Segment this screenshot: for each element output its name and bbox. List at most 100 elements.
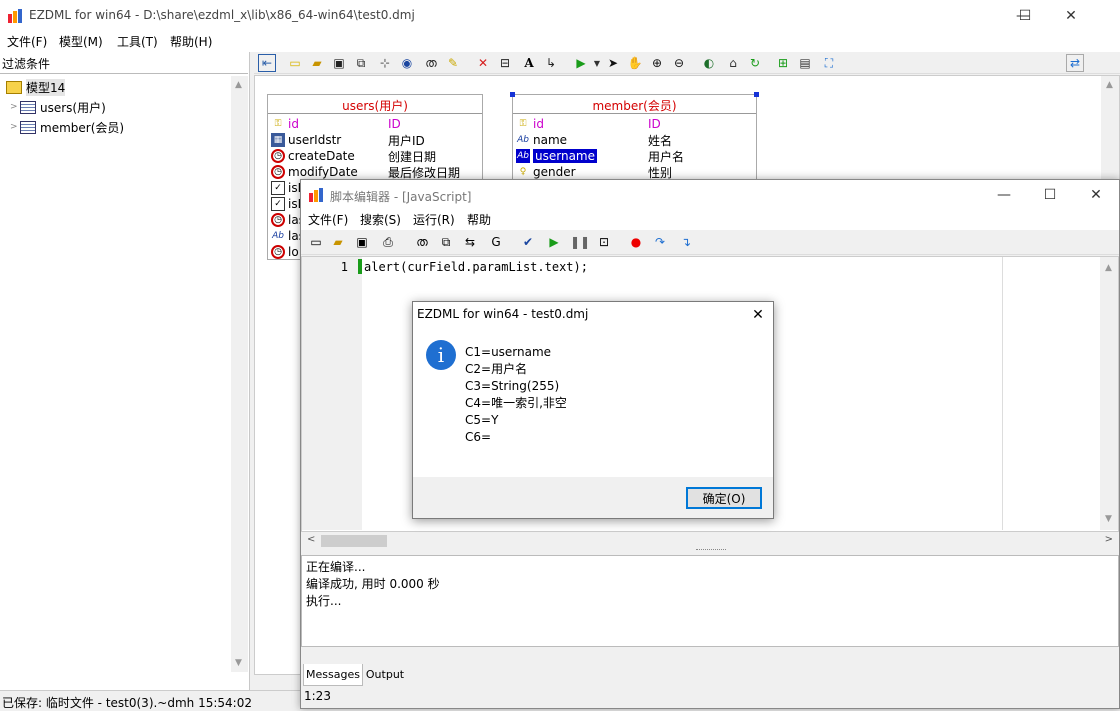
field-row[interactable]: ♀ gender [516, 164, 576, 180]
zoom-out-icon[interactable]: ⊖ [670, 54, 688, 72]
layout-icon[interactable]: ⌂ [724, 54, 742, 72]
line-number: 1 [340, 260, 348, 274]
scroll-up-icon[interactable]: ▲ [1105, 263, 1112, 273]
calculator-icon: ▦ [271, 133, 285, 147]
new-file-icon[interactable]: ▭ [307, 233, 325, 251]
line-gutter: 1 [302, 257, 362, 530]
replace-icon[interactable]: ⇆ [461, 233, 479, 251]
field-row[interactable]: ◷ lo [271, 244, 299, 260]
field-label: 用户ID [388, 133, 425, 148]
field-row[interactable]: ◷ createDate [271, 148, 355, 164]
breakpoint-icon[interactable]: ● [627, 233, 645, 251]
step-into-icon[interactable]: ↴ [677, 233, 695, 251]
entity-title: member(会员) [592, 99, 677, 113]
new-file-icon[interactable]: ▭ [286, 54, 304, 72]
hand-icon[interactable]: ✋ [626, 54, 644, 72]
editor-menu-search[interactable]: 搜索(S) [360, 211, 401, 228]
menu-tools[interactable]: 工具(T) [117, 33, 158, 50]
save-icon[interactable]: ▣ [330, 54, 348, 72]
text-icon[interactable]: A [520, 54, 538, 72]
highlight-icon[interactable]: ✎ [444, 54, 462, 72]
refresh-icon[interactable]: ↻ [746, 54, 764, 72]
close-button[interactable]: ✕ [1048, 0, 1094, 32]
find-icon[interactable]: ത [413, 233, 431, 251]
fit-view-icon[interactable]: ⛶ [820, 54, 838, 72]
scroll-up-icon[interactable]: ▲ [1106, 80, 1113, 90]
run-icon[interactable]: ▶ [545, 233, 563, 251]
pause-icon[interactable]: ❚❚ [570, 233, 590, 251]
hierarchy-icon[interactable]: ⊹ [376, 54, 394, 72]
pane-splitter[interactable] [696, 549, 726, 553]
code-line[interactable]: alert(curField.paramList.text); [364, 260, 588, 274]
field-row[interactable]: ▦ userIdstr [271, 132, 341, 148]
step-over-icon[interactable]: ↷ [651, 233, 669, 251]
window-title: EZDML for win64 - D:\share\ezdml_x\lib\x… [29, 8, 415, 22]
chevron-right-icon[interactable]: > [10, 122, 20, 132]
tree-item-label: member(会员) [40, 120, 125, 135]
code-hscrollbar[interactable]: < > [301, 532, 1119, 550]
binoculars-icon[interactable]: ത [422, 54, 440, 72]
goto-icon[interactable]: G [487, 233, 505, 251]
tree-root-model[interactable]: 模型14 [6, 78, 66, 96]
link-icon[interactable]: ↳ [542, 54, 560, 72]
table-view-icon[interactable]: ⊟ [496, 54, 514, 72]
left-panel-scrollbar[interactable]: ▲ ▼ [231, 76, 248, 672]
print-icon[interactable]: ⎙ [379, 233, 397, 251]
delete-icon[interactable]: ✕ [474, 54, 492, 72]
scroll-left-icon[interactable]: < [307, 534, 315, 545]
message-line: C4=唯一索引,非空 [465, 396, 567, 410]
ok-button[interactable]: 确定(O) [686, 487, 762, 509]
tree-item-users[interactable]: > users(用户) [10, 98, 106, 116]
properties-icon[interactable]: ▤ [796, 54, 814, 72]
message-dialog: EZDML for win64 - test0.dmj ✕ i C1=usern… [412, 301, 774, 519]
menu-help[interactable]: 帮助(H) [170, 33, 212, 50]
tab-messages[interactable]: Messages [303, 664, 363, 686]
scroll-right-icon[interactable]: > [1105, 534, 1113, 545]
bulb-icon: ♀ [519, 167, 527, 177]
editor-toolbar: ▭ ▰ ▣ ⎙ ത ⧉ ⇆ G ✔ ▶ ❚❚ ⊡ ● ↷ ↴ [301, 231, 1119, 255]
zoom-in-icon[interactable]: ⊕ [648, 54, 666, 72]
menu-file[interactable]: 文件(F) [7, 33, 47, 50]
tree-item-member[interactable]: > member(会员) [10, 118, 124, 136]
dialog-close-button[interactable]: ✕ [745, 304, 771, 326]
scroll-down-icon[interactable]: ▼ [235, 658, 242, 668]
open-folder-icon[interactable]: ▰ [308, 54, 326, 72]
editor-minimize-button[interactable]: — [981, 180, 1027, 210]
stop-icon[interactable]: ⊡ [595, 233, 613, 251]
tab-output[interactable]: Output [365, 665, 405, 683]
save-as-icon[interactable]: ⧉ [352, 54, 370, 72]
chevron-right-icon[interactable]: > [10, 102, 20, 112]
string-icon: Ab [516, 149, 530, 163]
field-label: ID [388, 117, 401, 131]
filter-field[interactable]: 过滤条件 [0, 52, 248, 74]
editor-close-button[interactable]: ✕ [1073, 180, 1119, 210]
field-name: userIdstr [288, 133, 342, 147]
scroll-down-icon[interactable]: ▼ [1105, 514, 1112, 524]
code-vscrollbar[interactable]: ▲ ▼ [1100, 257, 1118, 530]
add-table-icon[interactable]: ⊞ [774, 54, 792, 72]
editor-menu-help[interactable]: 帮助 [467, 211, 491, 228]
scroll-thumb[interactable] [321, 535, 387, 547]
toggle-tree-icon[interactable]: ⇤ [258, 54, 276, 72]
field-row[interactable]: ⚿ id [271, 116, 299, 132]
pointer-icon[interactable]: ➤ [604, 54, 622, 72]
switch-view-icon[interactable]: ⇄ [1066, 54, 1084, 72]
globe-icon[interactable]: ◉ [398, 54, 416, 72]
scroll-up-icon[interactable]: ▲ [235, 80, 242, 90]
field-row[interactable]: Ab name [516, 132, 567, 148]
field-row-selected[interactable]: Ab username [516, 148, 597, 164]
eye-icon[interactable]: ◐ [700, 54, 718, 72]
find-next-icon[interactable]: ⧉ [437, 233, 455, 251]
editor-maximize-button[interactable]: ☐ [1027, 180, 1073, 210]
field-row[interactable]: ⚿ id [516, 116, 544, 132]
entity-member[interactable]: member(会员) ⚿ id ID Ab name 姓名 Ab usernam… [510, 92, 759, 180]
open-folder-icon[interactable]: ▰ [329, 233, 347, 251]
editor-menu-file[interactable]: 文件(F) [308, 211, 348, 228]
save-icon[interactable]: ▣ [353, 233, 371, 251]
field-label: 创建日期 [388, 149, 437, 164]
check-syntax-icon[interactable]: ✔ [519, 233, 537, 251]
maximize-button[interactable]: ☐ [1002, 0, 1048, 32]
editor-menu-run[interactable]: 运行(R) [413, 211, 455, 228]
menu-model[interactable]: 模型(M) [59, 33, 103, 50]
field-row[interactable]: ◷ modifyDate [271, 164, 358, 180]
